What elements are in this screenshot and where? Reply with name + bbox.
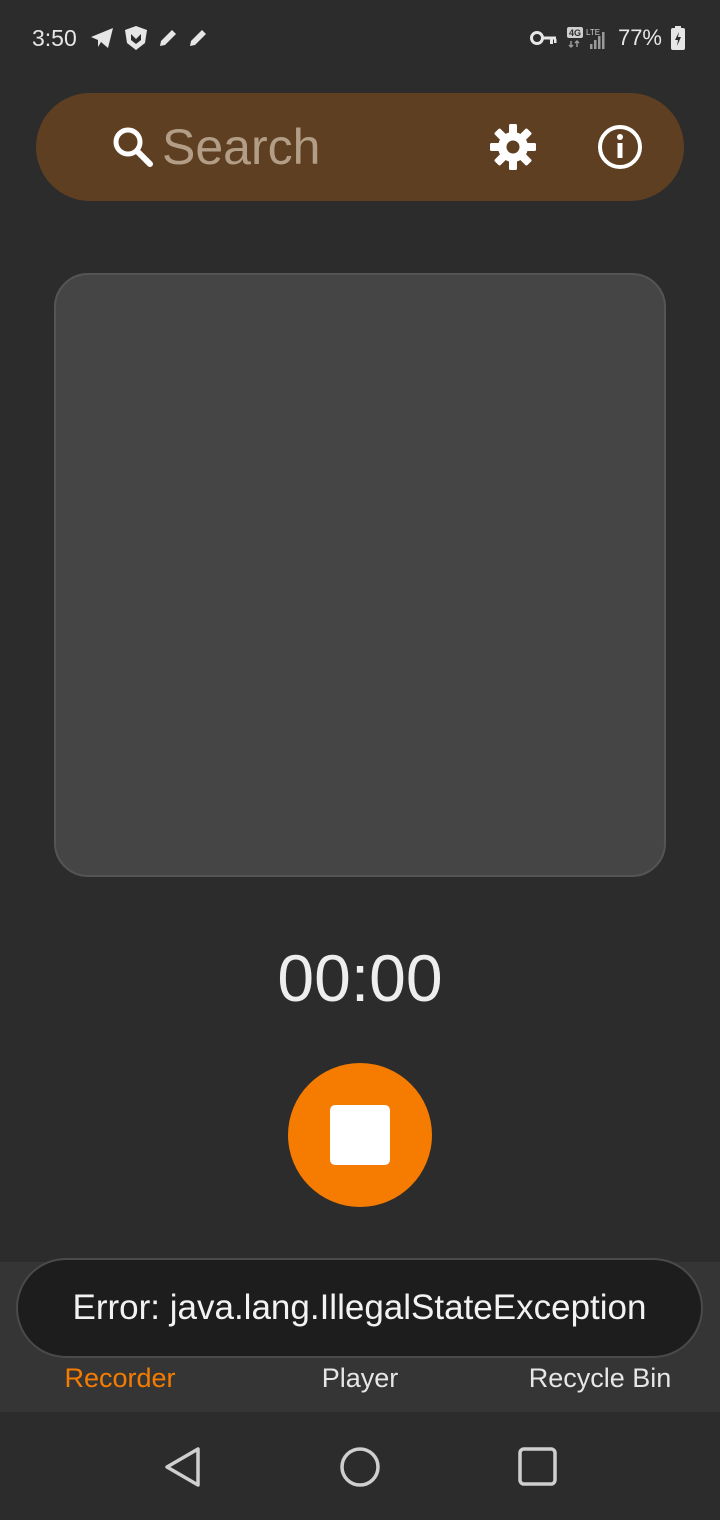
- search-bar[interactable]: Search: [36, 93, 684, 201]
- vpn-key-icon: [529, 29, 558, 47]
- nav-label-recycle-bin: Recycle Bin: [528, 1363, 672, 1393]
- stop-button[interactable]: [288, 1063, 432, 1207]
- system-navigation-bar: [0, 1412, 720, 1520]
- waveform-panel: [54, 273, 666, 877]
- telegram-icon: [89, 26, 115, 50]
- snackbar-message: Error: java.lang.IllegalStateException: [72, 1288, 647, 1327]
- stop-icon: [330, 1105, 390, 1165]
- nav-label-recorder: Recorder: [64, 1363, 176, 1393]
- status-bar: 3:50 4G LTE 77%: [0, 0, 720, 76]
- pencil-icon: [157, 27, 179, 49]
- recording-timer: 00:00: [277, 941, 443, 1015]
- shield-app-icon: [123, 25, 149, 51]
- status-time: 3:50: [32, 24, 77, 51]
- search-icon[interactable]: [110, 124, 156, 170]
- svg-text:LTE: LTE: [586, 28, 600, 37]
- info-icon[interactable]: [596, 123, 644, 171]
- error-snackbar: Error: java.lang.IllegalStateException: [16, 1258, 703, 1358]
- search-input[interactable]: Search: [162, 118, 320, 176]
- status-right: 4G LTE 77%: [529, 25, 686, 51]
- pencil-icon: [187, 27, 209, 49]
- battery-charging-icon: [670, 25, 686, 51]
- svg-text:4G: 4G: [569, 28, 581, 38]
- back-icon[interactable]: [160, 1444, 206, 1490]
- battery-percentage: 77%: [617, 25, 662, 50]
- status-left: 3:50: [32, 25, 209, 52]
- gear-icon[interactable]: [488, 122, 538, 172]
- home-icon[interactable]: [337, 1444, 383, 1490]
- 4g-lte-icon: 4G LTE: [566, 25, 610, 51]
- nav-label-player: Player: [321, 1363, 399, 1393]
- recents-icon[interactable]: [514, 1444, 560, 1490]
